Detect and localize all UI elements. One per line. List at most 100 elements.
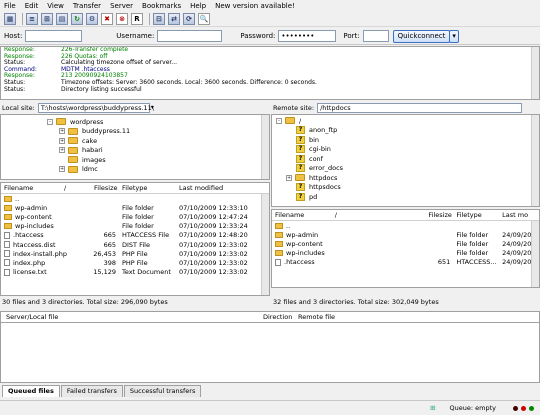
local-file-list: Filename / Filesize Filetype Last modifi…	[0, 182, 270, 296]
col-filesize[interactable]: Filesize	[425, 211, 453, 219]
unknown-folder-icon: ?	[296, 183, 305, 192]
file-type: File folder	[456, 230, 489, 239]
status-bar: ⊞ Queue: empty	[0, 400, 540, 415]
process-queue-icon[interactable]: ⚙	[86, 12, 98, 25]
tree-item[interactable]: + ldmc	[1, 165, 269, 175]
tree-item[interactable]: + buddypress.11	[1, 127, 269, 137]
tab-successful-transfers[interactable]: Successful transfers	[123, 385, 202, 397]
col-filetype[interactable]: Filetype	[119, 184, 176, 192]
remote-path-input[interactable]: /httpdocs	[317, 102, 523, 113]
tree-item[interactable]: ? conf	[272, 154, 539, 164]
file-row[interactable]: wp-includes File folder 24/09/20	[272, 249, 539, 258]
queue-col-remote[interactable]: Remote file	[298, 313, 378, 321]
host-input[interactable]	[25, 30, 83, 42]
tree-item[interactable]: ? pd	[272, 192, 539, 202]
toggle-queue-icon[interactable]: ▤	[56, 12, 68, 25]
expand-icon[interactable]: +	[59, 166, 65, 173]
local-path-input[interactable]: T:\hosts\wordpress\buddypress.11\	[37, 102, 154, 113]
file-row[interactable]: index.php 398 PHP File 07/10/2009 12:33:02	[1, 258, 269, 267]
password-input[interactable]	[278, 30, 337, 42]
folder-icon	[68, 156, 78, 164]
file-list-scrollbar[interactable]	[531, 221, 539, 287]
toggle-tree-icon[interactable]: ⊞	[41, 12, 53, 25]
file-row[interactable]: .htaccess 651 HTACCESS... 24/09/20	[272, 258, 539, 267]
refresh-icon[interactable]: ↻	[71, 12, 83, 25]
col-lastmodified[interactable]: Last modified	[176, 184, 256, 192]
col-filename[interactable]: Filename	[272, 211, 332, 219]
col-lastmodified[interactable]: Last mo	[499, 211, 539, 219]
site-manager-icon[interactable]: ▦	[4, 12, 16, 25]
tab-failed-transfers[interactable]: Failed transfers	[60, 385, 123, 397]
file-row[interactable]: ..	[272, 221, 539, 230]
file-row[interactable]: htaccess.dist 665 DIST File 07/10/2009 12:3…	[1, 240, 269, 249]
local-tree: - wordpress + buddypress.11 + cake + habari imag…	[0, 114, 270, 180]
queue-col-server-local[interactable]: Server/Local file	[1, 313, 263, 321]
reconnect-icon[interactable]: R	[131, 12, 143, 25]
expand-icon[interactable]: +	[286, 174, 292, 181]
file-row[interactable]: wp-content File folder 24/09/20	[272, 239, 539, 248]
col-filename[interactable]: Filename	[1, 184, 61, 192]
remote-tree-scrollbar[interactable]	[531, 115, 539, 206]
file-row[interactable]: index-install.php 26,453 PHP File 07/10/200…	[1, 249, 269, 258]
tree-item[interactable]: + cake	[1, 136, 269, 146]
menu-item[interactable]: File	[4, 2, 16, 10]
expand-icon[interactable]: +	[59, 137, 65, 144]
compare-icon[interactable]: ⇄	[168, 12, 180, 25]
quickconnect-dropdown-button[interactable]: ▾	[449, 29, 459, 43]
menu-item[interactable]: New version available!	[215, 2, 295, 10]
file-list-scrollbar[interactable]	[261, 194, 269, 295]
menu-item[interactable]: Help	[190, 2, 206, 10]
search-icon[interactable]: 🔍	[198, 12, 210, 25]
cancel-icon[interactable]: ✖	[101, 12, 113, 25]
log-scrollbar[interactable]	[531, 47, 539, 99]
port-input[interactable]	[362, 30, 389, 42]
local-tree-scrollbar[interactable]	[261, 115, 269, 179]
unknown-folder-icon: ?	[296, 126, 305, 135]
file-row[interactable]: ..	[1, 194, 269, 203]
menu-item[interactable]: Bookmarks	[142, 2, 181, 10]
file-name: wp-content	[272, 240, 421, 248]
disconnect-icon[interactable]: ⊗	[116, 12, 128, 25]
menu-item[interactable]: Server	[110, 2, 133, 10]
username-input[interactable]	[157, 30, 223, 42]
tree-item[interactable]: ? cgi-bin	[272, 145, 539, 155]
queue-col-direction[interactable]: Direction	[263, 313, 298, 321]
tab-queued-files[interactable]: Queued files	[2, 385, 60, 397]
menu-item[interactable]: Edit	[25, 2, 39, 10]
toggle-log-icon[interactable]: ≡	[26, 12, 38, 25]
menu-item[interactable]: Transfer	[73, 2, 101, 10]
file-row[interactable]: wp-includes File folder 07/10/2009 12:33:2…	[1, 222, 269, 231]
tree-item[interactable]: - /	[272, 116, 539, 126]
tree-item-label: error_docs	[309, 164, 344, 173]
file-row[interactable]: license.txt 15,129 Text Document 07/10/2009…	[1, 268, 269, 277]
expand-icon[interactable]: +	[59, 128, 65, 135]
folder-icon	[56, 118, 66, 126]
tree-item[interactable]: images	[1, 155, 269, 165]
tree-item[interactable]: ? error_docs	[272, 164, 539, 174]
file-row[interactable]: wp-admin File folder 07/10/2009 12:33:10	[1, 203, 269, 212]
tree-item[interactable]: ? httpsdocs	[272, 183, 539, 193]
tree-item[interactable]: ? anon_ftp	[272, 126, 539, 136]
quickconnect-button[interactable]: Quickconnect	[392, 29, 451, 43]
toolbar-separator	[22, 12, 23, 25]
file-row[interactable]: wp-content File folder 07/10/2009 12:47:24	[1, 212, 269, 221]
file-icon	[4, 268, 10, 276]
col-filetype[interactable]: Filetype	[453, 211, 499, 219]
local-path-dropdown[interactable]: ▾	[151, 104, 154, 111]
filter-icon[interactable]: ⊟	[153, 12, 165, 25]
tree-item[interactable]: ? bin	[272, 135, 539, 145]
sync-browse-icon[interactable]: ⟳	[183, 12, 195, 25]
tree-item[interactable]: + habari	[1, 146, 269, 156]
unknown-folder-icon: ?	[296, 164, 305, 173]
file-name-text: index-install.php	[13, 249, 68, 258]
remote-site-bar: Remote site: /httpdocs	[271, 101, 540, 114]
menu-item[interactable]: View	[47, 2, 64, 10]
file-row[interactable]: wp-admin File folder 24/09/20	[272, 230, 539, 239]
tree-item[interactable]: + httpdocs	[272, 173, 539, 183]
col-filesize[interactable]: Filesize	[91, 184, 119, 192]
file-row[interactable]: .htaccess 665 HTACCESS File 07/10/2009 12:4…	[1, 231, 269, 240]
expand-icon[interactable]: +	[59, 147, 65, 154]
expand-icon[interactable]: -	[47, 118, 53, 125]
expand-icon[interactable]: -	[276, 117, 282, 124]
tree-item[interactable]: - wordpress	[1, 117, 269, 127]
